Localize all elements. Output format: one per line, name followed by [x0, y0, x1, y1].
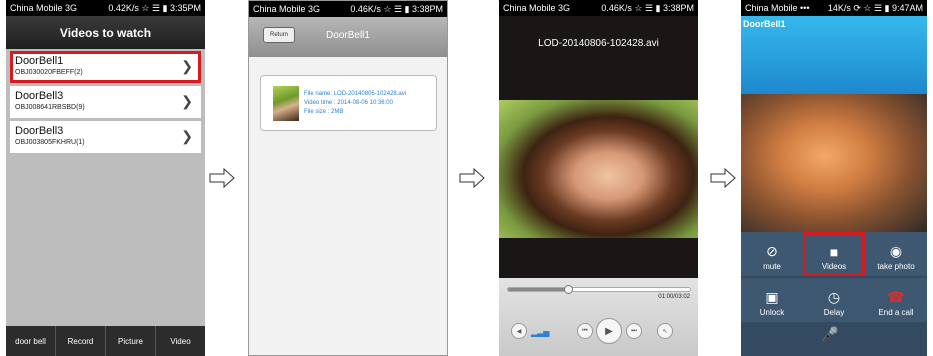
take-photo-button[interactable]: ◉ take photo	[865, 232, 927, 276]
screen-video-player: China Mobile 3G 0.46K/s ☆ ☰ ▮ 3:38PM LOD…	[499, 0, 698, 356]
playback-time: 01:00/03:02	[658, 294, 690, 300]
video-time-label: Video time :	[304, 100, 336, 106]
mute-icon: ⊘	[766, 243, 778, 259]
chevron-right-icon: ❯	[181, 128, 193, 144]
status-right: 14K/s ⟳ ☆ ☰ ▮ 9:47AM	[827, 2, 923, 13]
video-list: DoorBell1 OBJ030020FBEFF(2) ❯ DoorBell3 …	[6, 49, 205, 158]
file-size-label: File size :	[304, 109, 330, 115]
tab-picture[interactable]: Picture	[106, 326, 156, 356]
video-thumbnail	[273, 86, 299, 121]
carrier: China Mobile 3G	[253, 4, 321, 14]
button-label: End a call	[878, 308, 914, 317]
call-controls: ⊘ mute ■ Videos ◉ take photo ▣ Unlock ◷ Delay…	[741, 232, 927, 356]
status-bar: China Mobile 3G 0.42K/s ☆ ☰ ▮ 3:35PM	[6, 0, 205, 16]
file-size: 2MB	[331, 109, 344, 115]
tab-record[interactable]: Record	[56, 326, 106, 356]
hang-up-icon: ☎	[887, 289, 905, 305]
bottom-tabs: door bell Record Picture Video	[6, 326, 205, 356]
speaker-icon: ◀	[516, 328, 522, 335]
videos-button[interactable]: ■ Videos	[803, 232, 865, 276]
page-title: Videos to watch	[6, 16, 205, 49]
expand-icon: ↖	[662, 328, 668, 335]
screen-videos-list: China Mobile 3G 0.42K/s ☆ ☰ ▮ 3:35PM Vid…	[6, 0, 205, 356]
tab-video[interactable]: Video	[156, 326, 205, 356]
screen-file-details: China Mobile 3G 0.46K/s ☆ ☰ ▮ 3:38PM Ret…	[248, 0, 448, 356]
button-label: Unlock	[759, 308, 785, 317]
delay-button[interactable]: ◷ Delay	[803, 278, 865, 322]
list-item[interactable]: DoorBell3 OBJ003805FKHRU(1) ❯	[10, 121, 201, 153]
item-name: DoorBell3	[15, 90, 64, 102]
player-controls: 01:00/03:02 ◀ ▂▃▅ ⏮ ▶ ⏭ ↖	[499, 278, 698, 356]
progress-bar[interactable]	[507, 287, 691, 292]
tab-door-bell[interactable]: door bell	[6, 326, 56, 356]
status-right: 0.46K/s ☆ ☰ ▮ 3:38PM	[601, 2, 694, 13]
status-bar: China Mobile 3G 0.46K/s ☆ ☰ ▮ 3:38PM	[499, 0, 698, 16]
play-button[interactable]: ▶	[596, 318, 622, 344]
play-icon: ▶	[605, 325, 613, 337]
video-frame[interactable]	[499, 100, 698, 238]
next-button[interactable]: ⏭	[626, 323, 642, 339]
video-title: LOD-20140806-102428.avi	[538, 38, 659, 49]
item-id: OBJ008641RBSBD(9)	[15, 104, 85, 111]
previous-icon: ⏮	[582, 327, 588, 334]
signal-icon: ▂▃▅	[531, 328, 550, 337]
file-card[interactable]: File name: LOD-20140806-102428.avi Video…	[260, 75, 437, 131]
file-name: LOD-20140806-102428.avi	[333, 91, 407, 97]
video-camera-icon: ■	[829, 244, 839, 260]
microphone-icon[interactable]: 🎤	[821, 326, 838, 343]
volume-button[interactable]: ◀	[511, 323, 527, 339]
button-row: ◀ ▂▃▅ ⏮ ▶ ⏭ ↖	[499, 318, 698, 346]
seek-handle[interactable]	[563, 285, 573, 294]
list-item[interactable]: DoorBell1 OBJ030020FBEFF(2) ❯	[10, 51, 201, 83]
list-item[interactable]: DoorBell3 OBJ008641RBSBD(9) ❯	[10, 86, 201, 118]
status-bar: China Mobile ••• 14K/s ⟳ ☆ ☰ ▮ 9:47AM	[741, 0, 927, 16]
carrier: China Mobile 3G	[503, 3, 571, 13]
button-label: Delay	[823, 308, 845, 317]
fullscreen-button[interactable]: ↖	[657, 323, 673, 339]
item-name: DoorBell1	[15, 55, 64, 67]
call-header: DoorBell1	[741, 16, 927, 94]
previous-button[interactable]: ⏮	[577, 323, 593, 339]
arrow-right-icon	[209, 168, 235, 188]
file-info: File name: LOD-20140806-102428.avi Video…	[304, 90, 406, 117]
camera-feed	[741, 94, 927, 232]
mute-button[interactable]: ⊘ mute	[741, 232, 803, 276]
screen-call: China Mobile ••• 14K/s ⟳ ☆ ☰ ▮ 9:47AM Do…	[741, 0, 927, 356]
chevron-right-icon: ❯	[181, 93, 193, 109]
item-id: OBJ030020FBEFF(2)	[15, 69, 83, 76]
button-label: take photo	[877, 262, 915, 271]
page-title: DoorBell1	[326, 30, 370, 41]
lock-icon: ▣	[765, 289, 779, 305]
item-name: DoorBell3	[15, 125, 64, 137]
button-label: mute	[763, 262, 781, 271]
video-time: 2014-08-06 10:36:00	[337, 100, 393, 106]
arrow-right-icon	[710, 168, 736, 188]
next-icon: ⏭	[631, 327, 637, 334]
progress-fill	[508, 288, 569, 291]
device-name: DoorBell1	[743, 19, 786, 29]
carrier: China Mobile •••	[745, 3, 810, 13]
file-name-label: File name:	[304, 91, 333, 97]
unlock-button[interactable]: ▣ Unlock	[741, 278, 803, 322]
status-right: 0.42K/s ☆ ☰ ▮ 3:35PM	[108, 2, 201, 13]
camera-icon: ◉	[889, 243, 903, 259]
button-label: Videos	[821, 262, 847, 271]
status-bar: China Mobile 3G 0.46K/s ☆ ☰ ▮ 3:38PM	[249, 1, 447, 17]
arrow-right-icon	[459, 168, 485, 188]
status-right: 0.46K/s ☆ ☰ ▮ 3:38PM	[350, 3, 443, 14]
clock-icon: ◷	[827, 289, 841, 305]
header: Return DoorBell1	[249, 17, 447, 57]
end-call-button[interactable]: ☎ End a call	[865, 278, 927, 322]
carrier: China Mobile 3G	[10, 3, 78, 13]
item-id: OBJ003805FKHRU(1)	[15, 139, 85, 146]
chevron-right-icon: ❯	[181, 58, 193, 74]
